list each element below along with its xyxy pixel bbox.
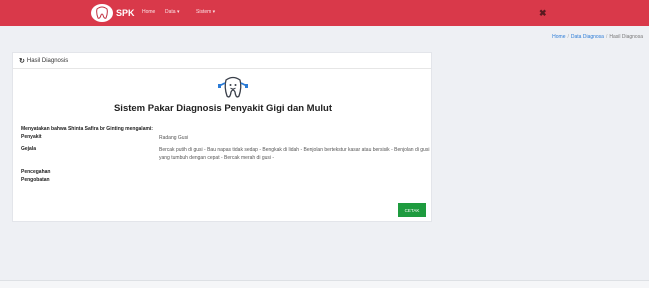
footer <box>0 280 649 288</box>
breadcrumb-separator: / <box>605 34 608 40</box>
brand-text: SPK <box>116 8 135 18</box>
breadcrumb-home[interactable]: Home <box>552 34 565 40</box>
top-navbar: SPK Home Data ▾ Sistem ▾ ✖ <box>0 0 649 26</box>
refresh-icon: ↻ <box>19 57 25 65</box>
row-label: Penyakit <box>21 134 42 140</box>
row-value: Bercak putih di gusi - Bau napas tidak s… <box>159 147 430 161</box>
nav-sistem-dropdown[interactable]: Sistem ▾ <box>196 9 215 15</box>
page-title: Sistem Pakar Diagnosis Penyakit Gigi dan… <box>113 103 333 114</box>
nav-home[interactable]: Home <box>142 9 155 15</box>
breadcrumb-separator: / <box>567 34 569 40</box>
row-label: Pencegahan <box>21 169 51 175</box>
chevron-down-icon: ▾ <box>176 9 180 15</box>
cetak-button[interactable]: CETAK <box>398 203 426 217</box>
diagnosis-card: ↻ Hasil Diagnosis Sistem Pakar Diagnosis… <box>12 52 432 222</box>
diagnosis-intro: Menyatakan bahwa Shinta Safira br Gintin… <box>21 126 153 132</box>
sidebar-toggle-icon[interactable]: ✖ <box>539 8 547 19</box>
breadcrumb-data-diagnosa[interactable]: Data Diagnosa <box>571 34 604 40</box>
row-label: Gejala <box>21 146 37 152</box>
tooth-logo-icon <box>91 4 113 22</box>
tooth-icon <box>218 74 248 102</box>
card-header-title: Hasil Diagnosis <box>26 57 69 64</box>
card-header: ↻ Hasil Diagnosis <box>13 53 431 69</box>
breadcrumb: Home / Data Diagnosa / Hasil Diagnosa <box>552 34 643 40</box>
row-label: Pengobatan <box>21 177 50 183</box>
nav-data-dropdown[interactable]: Data ▾ <box>165 9 179 15</box>
brand[interactable]: SPK <box>91 4 135 22</box>
chevron-down-icon: ▾ <box>212 9 216 15</box>
row-value: Radang Gusi <box>159 135 189 141</box>
breadcrumb-current: Hasil Diagnosa <box>609 34 643 40</box>
